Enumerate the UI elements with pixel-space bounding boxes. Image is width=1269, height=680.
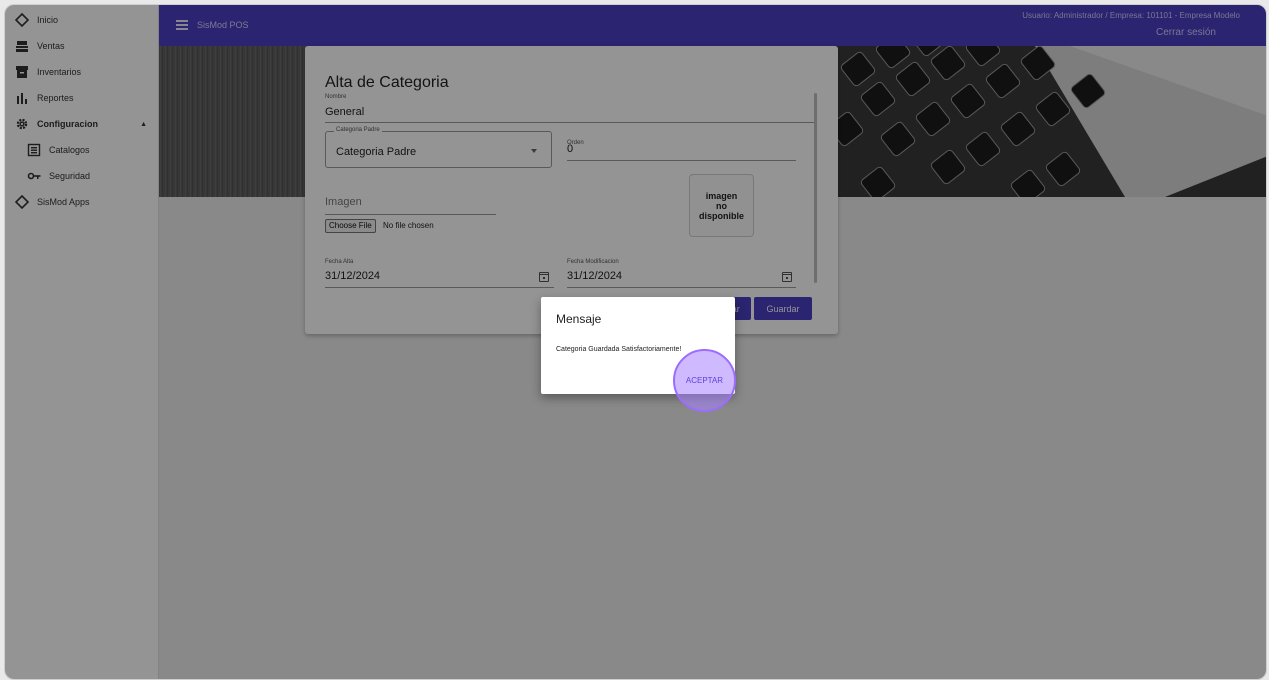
- dialog-message: Categoria Guardada Satisfactoriamente!: [556, 346, 682, 353]
- dialog-title: Mensaje: [556, 312, 602, 326]
- accept-button-label: ACEPTAR: [685, 376, 724, 385]
- accept-button[interactable]: ACEPTAR: [673, 349, 736, 412]
- app-window: Inicio Ventas Inventarios Reportes Confi…: [4, 4, 1267, 680]
